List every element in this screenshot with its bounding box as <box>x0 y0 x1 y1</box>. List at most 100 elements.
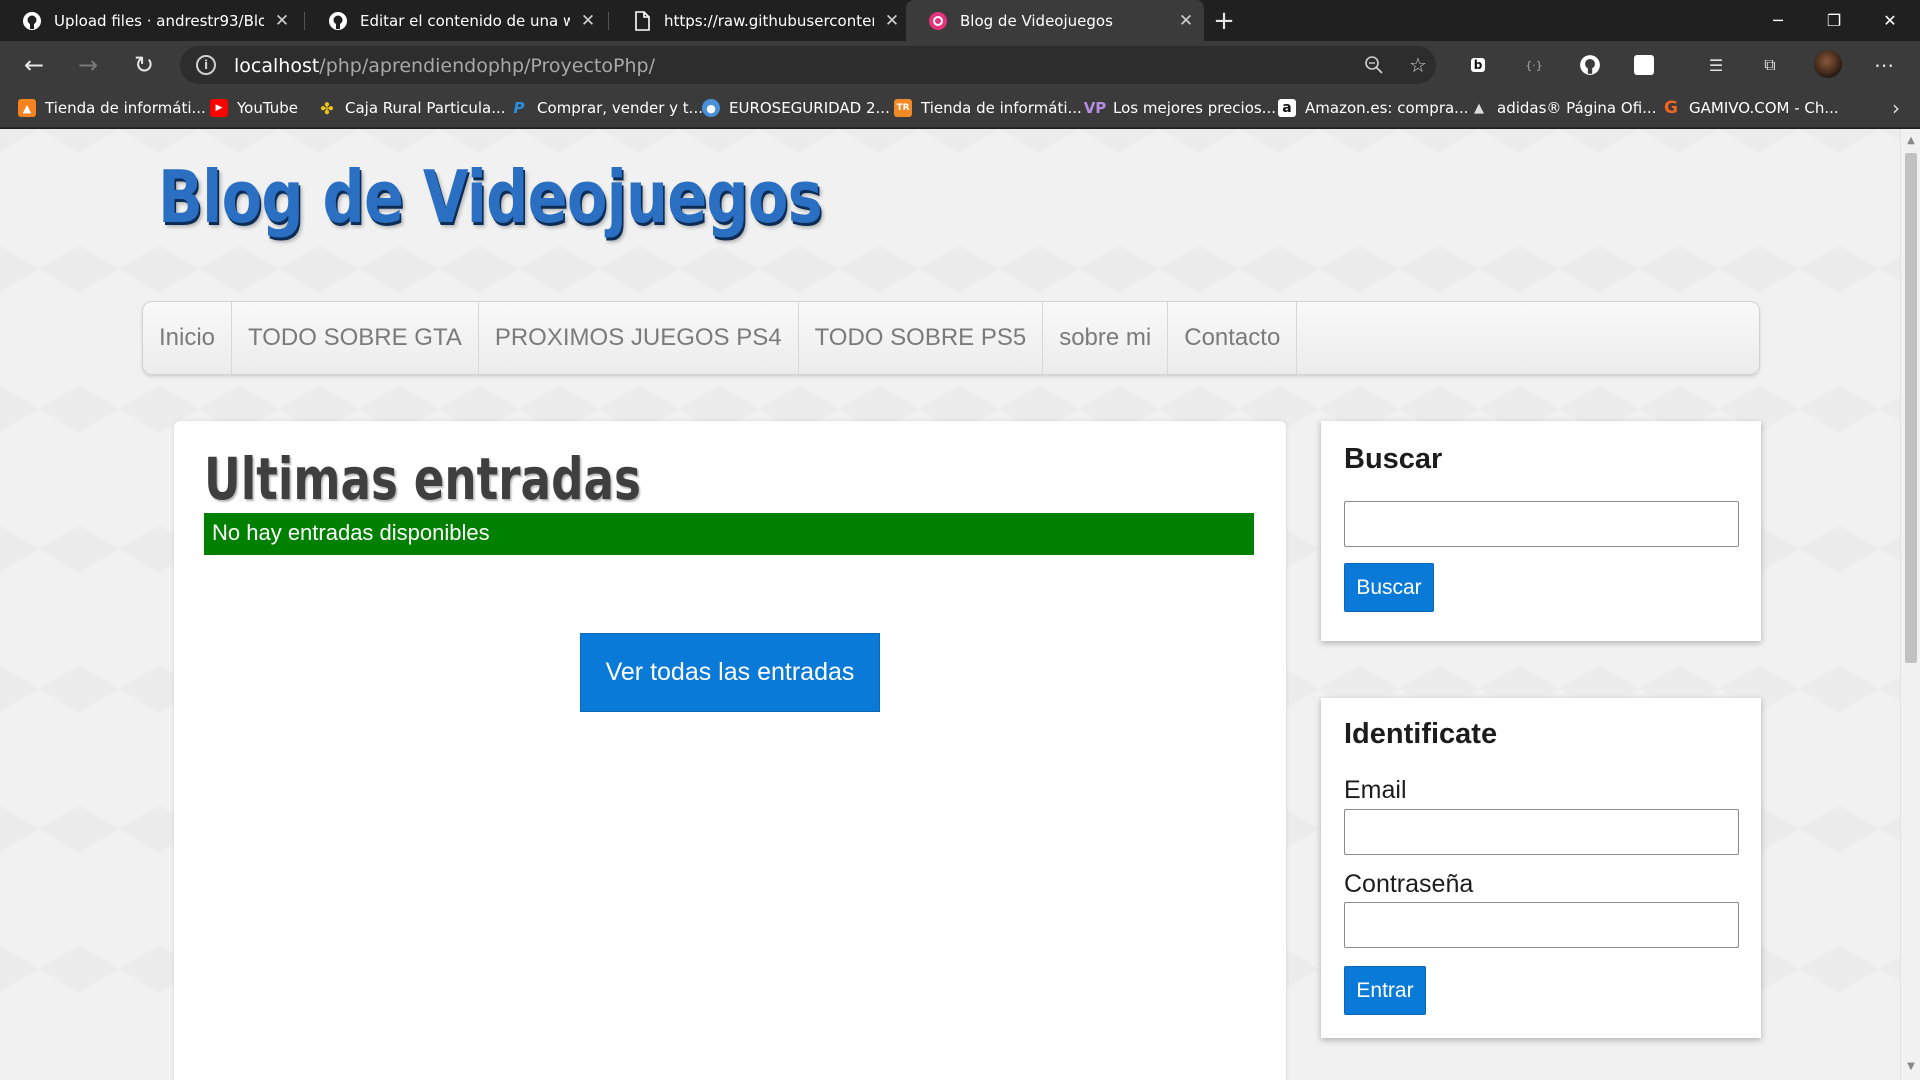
info-icon[interactable]: i <box>196 55 216 75</box>
empty-alert: No hay entradas disponibles <box>204 513 1254 555</box>
reload-icon[interactable]: ↻ <box>126 47 162 83</box>
favorites-icon[interactable]: ☰ <box>1702 51 1730 79</box>
main-content-card: Ultimas entradas No hay entradas disponi… <box>174 421 1286 1080</box>
amazon-icon: a <box>1278 99 1296 117</box>
github-icon <box>328 11 348 31</box>
view-all-entries-button[interactable]: Ver todas las entradas <box>580 633 880 712</box>
password-label: Contraseña <box>1344 870 1474 898</box>
pccomponentes-icon: ▲ <box>18 99 36 117</box>
browser-toolbar: ← → ↻ i localhost/php/aprendiendophp/Pro… <box>0 41 1920 88</box>
tab-editar-wiki[interactable]: Editar el contenido de una wiki · ✕ <box>306 0 606 41</box>
bookmark-item[interactable]: a Amazon.es: compra... <box>1278 88 1468 128</box>
window-close-icon[interactable]: ✕ <box>1862 0 1918 41</box>
extension-icon[interactable]: b <box>1464 51 1492 79</box>
zoom-icon[interactable] <box>1362 53 1386 77</box>
restore-icon[interactable]: ❐ <box>1806 0 1862 41</box>
search-input[interactable] <box>1344 501 1739 547</box>
scroll-up-icon[interactable]: ▲ <box>1905 135 1917 149</box>
extension-icon[interactable] <box>1630 51 1658 79</box>
favorite-star-icon[interactable]: ☆ <box>1406 53 1430 77</box>
minimize-icon[interactable]: ─ <box>1750 0 1806 41</box>
bookmark-label: GAMIVO.COM - Ch... <box>1689 99 1839 117</box>
login-card: Identificate Email Contraseña Entrar <box>1321 698 1761 1038</box>
github-icon[interactable] <box>1576 51 1604 79</box>
bookmark-label: Amazon.es: compra... <box>1305 99 1469 117</box>
site-title[interactable]: Blog de Videojuegos <box>158 155 823 239</box>
bookmarks-bar: ▲ Tienda de informáti... ▶ YouTube ✤ Caj… <box>0 88 1920 128</box>
nav-item-sobre-mi[interactable]: sobre mi <box>1043 302 1169 374</box>
scroll-down-icon[interactable]: ▼ <box>1905 1061 1917 1075</box>
vertical-scrollbar[interactable]: ▲ ▼ <box>1900 129 1920 1080</box>
nav-item-gta[interactable]: TODO SOBRE GTA <box>232 302 479 374</box>
bookmark-item[interactable]: ● EUROSEGURIDAD 2... <box>702 88 890 128</box>
tab-divider <box>608 12 609 30</box>
bookmark-label: Tienda de informáti... <box>921 99 1082 117</box>
avatar[interactable] <box>1814 50 1842 78</box>
url-text[interactable]: localhost/php/aprendiendophp/ProyectoPhp… <box>234 55 655 77</box>
login-button[interactable]: Entrar <box>1344 966 1426 1015</box>
back-arrow-icon[interactable]: ← <box>16 47 52 83</box>
euroseguridad-icon: ● <box>702 99 720 117</box>
vp-icon: VP <box>1083 99 1107 117</box>
tab-title: Blog de Videojuegos <box>960 11 1113 30</box>
password-field[interactable] <box>1344 902 1739 948</box>
tab-strip: Upload files · andrestr93/Blog_d ✕ Edita… <box>0 0 1920 41</box>
extension-icon[interactable]: {·} <box>1520 51 1548 79</box>
bookmark-item[interactable]: P Comprar, vender y t... <box>510 88 703 128</box>
adidas-icon: ▲ <box>1474 100 1484 116</box>
nav-item-ps4[interactable]: PROXIMOS JUEGOS PS4 <box>479 302 799 374</box>
nav-item-ps5[interactable]: TODO SOBRE PS5 <box>799 302 1044 374</box>
url-path: /php/aprendiendophp/ProyectoPhp/ <box>319 55 655 77</box>
bookmark-label: Los mejores precios... <box>1113 99 1276 117</box>
scroll-thumb[interactable] <box>1905 153 1917 663</box>
chevron-right-icon[interactable]: › <box>1892 88 1900 128</box>
search-card: Buscar Buscar <box>1321 421 1761 641</box>
nav-item-inicio[interactable]: Inicio <box>143 302 233 374</box>
collections-icon[interactable]: ⧉ <box>1756 51 1784 79</box>
bookmark-label: Tienda de informáti... <box>45 99 206 117</box>
tab-divider <box>304 12 305 30</box>
youtube-icon: ▶ <box>210 99 228 117</box>
login-title: Identificate <box>1344 718 1498 750</box>
bookmark-label: YouTube <box>237 99 298 117</box>
bookmark-item[interactable]: ▶ YouTube <box>210 88 298 128</box>
main-nav: Inicio TODO SOBRE GTA PROXIMOS JUEGOS PS… <box>142 301 1760 375</box>
caja-rural-icon: ✤ <box>320 98 334 118</box>
search-title: Buscar <box>1344 443 1443 475</box>
gamivo-icon: G <box>1664 98 1678 118</box>
document-icon <box>632 10 652 31</box>
tab-title: https://raw.githubusercontent.co <box>664 11 874 30</box>
main-heading: Ultimas entradas <box>204 445 641 513</box>
tab-title: Upload files · andrestr93/Blog_d <box>54 11 264 30</box>
bookmark-item[interactable]: TR Tienda de informáti... <box>894 88 1082 128</box>
github-icon <box>22 11 42 31</box>
email-field[interactable] <box>1344 809 1739 855</box>
more-options-icon[interactable]: ⋯ <box>1870 51 1898 79</box>
tab-blog-videojuegos[interactable]: Blog de Videojuegos ✕ <box>906 0 1204 41</box>
address-bar[interactable]: i localhost/php/aprendiendophp/ProyectoP… <box>180 46 1436 84</box>
tab-upload-files[interactable]: Upload files · andrestr93/Blog_d ✕ <box>0 0 300 41</box>
close-icon[interactable]: ✕ <box>570 11 606 31</box>
bookmark-item[interactable]: ▲ adidas® Página Ofi... <box>1470 88 1656 128</box>
new-tab-icon[interactable]: + <box>1208 0 1240 41</box>
bookmark-item[interactable]: ▲ Tienda de informáti... <box>18 88 206 128</box>
search-button[interactable]: Buscar <box>1344 563 1434 612</box>
close-icon[interactable]: ✕ <box>264 11 300 31</box>
tr-store-icon: TR <box>894 99 912 117</box>
paypal-icon: P <box>513 99 525 117</box>
tab-raw-github[interactable]: https://raw.githubusercontent.co ✕ <box>610 0 910 41</box>
bookmark-label: Comprar, vender y t... <box>537 99 703 117</box>
close-icon[interactable]: ✕ <box>1168 11 1204 31</box>
nav-item-contacto[interactable]: Contacto <box>1168 302 1298 374</box>
forward-arrow-icon[interactable]: → <box>70 47 106 83</box>
bookmark-item[interactable]: ✤ Caja Rural Particula... <box>318 88 506 128</box>
close-icon[interactable]: ✕ <box>874 11 910 31</box>
email-label: Email <box>1344 776 1407 804</box>
bookmark-label: EUROSEGURIDAD 2... <box>729 99 890 117</box>
page-viewport: Blog de Videojuegos Inicio TODO SOBRE GT… <box>0 129 1900 1080</box>
page-favicon-icon <box>928 11 948 31</box>
bookmark-label: Caja Rural Particula... <box>345 99 506 117</box>
bookmark-item[interactable]: VP Los mejores precios... <box>1083 88 1276 128</box>
bookmark-item[interactable]: G GAMIVO.COM - Ch... <box>1662 88 1839 128</box>
bookmark-label: adidas® Página Ofi... <box>1497 99 1657 117</box>
